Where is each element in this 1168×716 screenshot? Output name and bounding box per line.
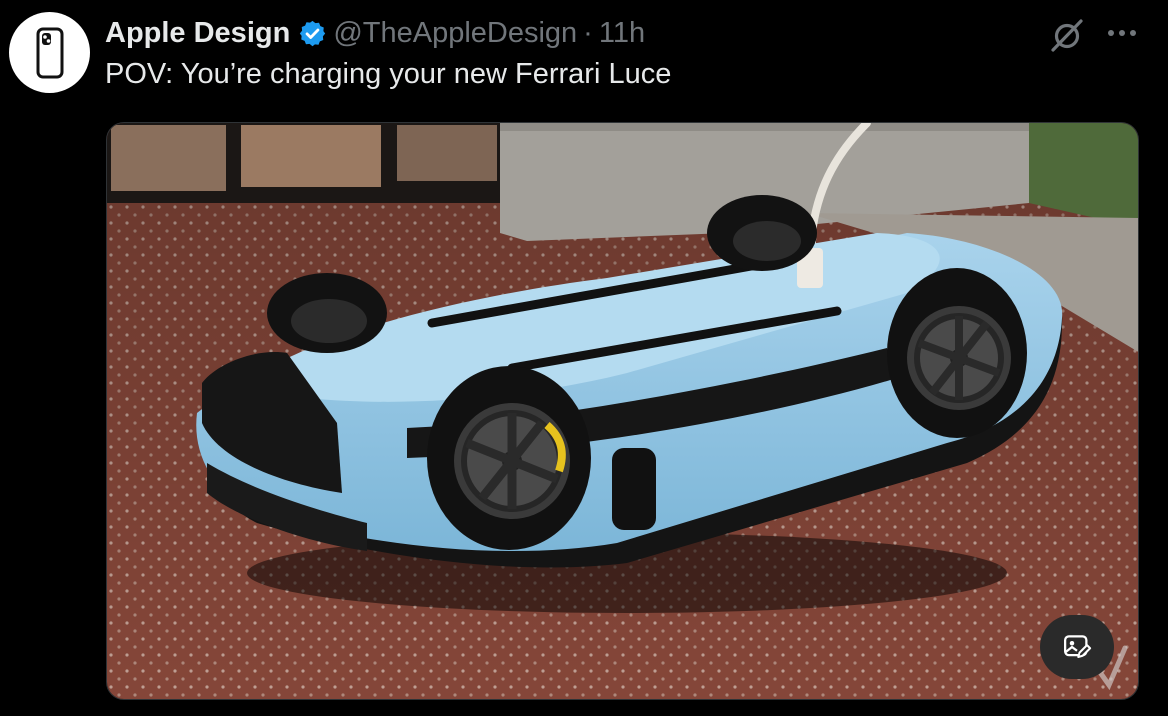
handle[interactable]: @TheAppleDesign	[333, 17, 577, 50]
display-name[interactable]: Apple Design	[105, 17, 290, 50]
wheel-front-right	[887, 268, 1027, 438]
grok-icon[interactable]	[1049, 17, 1085, 53]
more-icon[interactable]	[1104, 18, 1140, 48]
iphone-icon	[36, 27, 63, 78]
tweet-text: POV: You’re charging your new Ferrari Lu…	[105, 58, 672, 90]
verified-badge-icon[interactable]	[298, 19, 327, 48]
avatar[interactable]	[9, 12, 90, 93]
separator: ·	[583, 16, 593, 49]
wheel-rear-left	[267, 273, 387, 353]
timestamp[interactable]: 11h	[599, 17, 645, 50]
image-edit-icon	[1064, 635, 1092, 658]
tweet-header: Apple Design @TheAppleDesign · 11h	[105, 13, 645, 53]
media-photo	[107, 123, 1138, 699]
image-edit-button[interactable]	[1040, 615, 1114, 679]
tweet-media[interactable]	[106, 122, 1139, 700]
wheel-front-left	[427, 366, 591, 550]
wheel-rear-right	[707, 195, 817, 271]
